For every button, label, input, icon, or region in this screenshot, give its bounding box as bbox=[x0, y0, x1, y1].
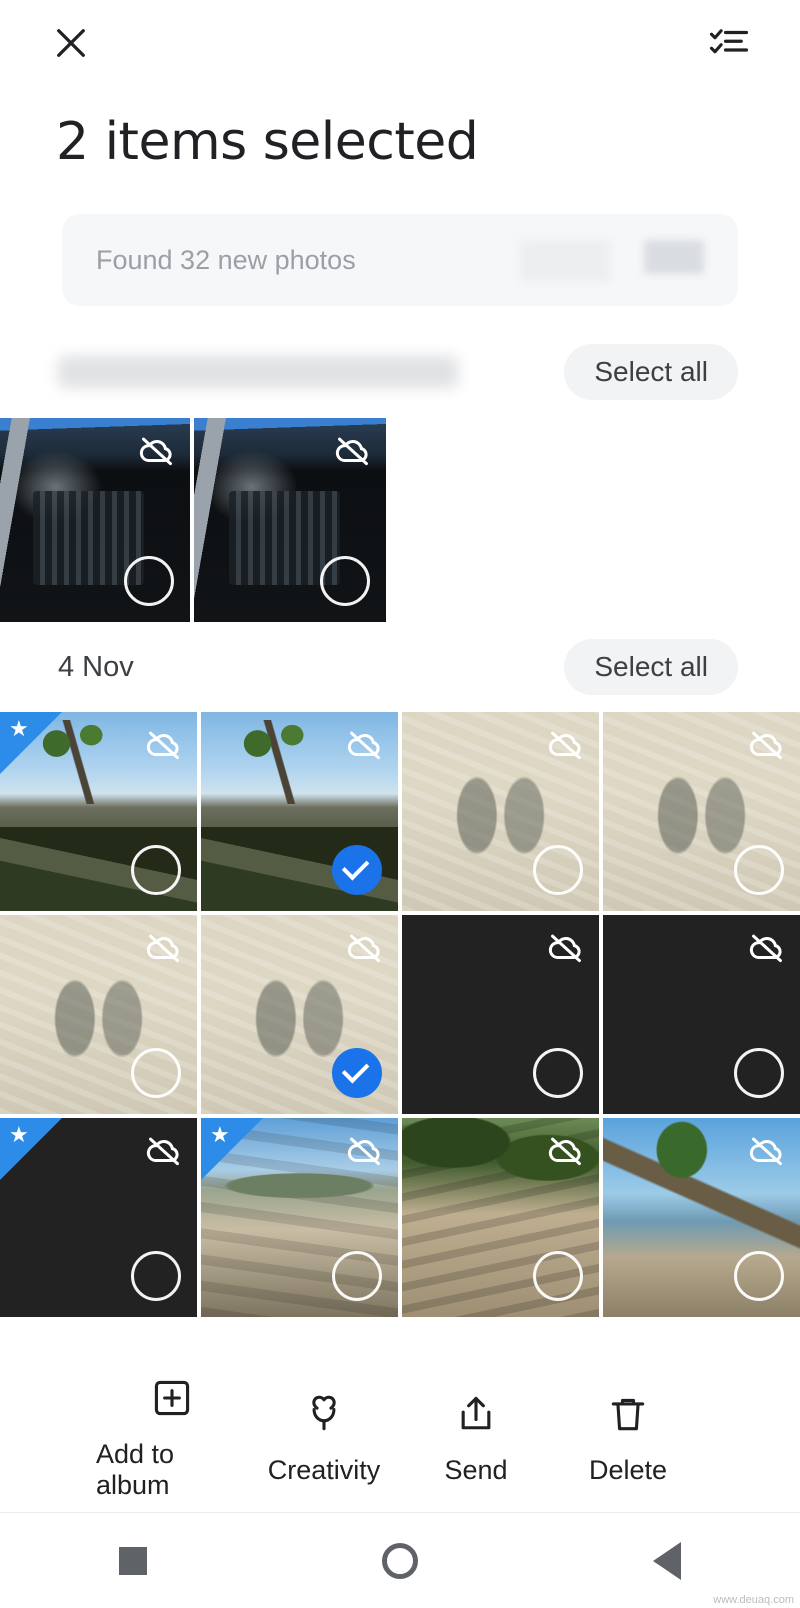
cloud-off-icon bbox=[346, 929, 384, 972]
send-label: Send bbox=[444, 1454, 508, 1485]
suggestion-card-text: Found 32 new photos bbox=[96, 244, 356, 275]
circle-icon[interactable] bbox=[373, 1534, 427, 1588]
photo-select-circle[interactable] bbox=[533, 844, 583, 895]
photo-thumbnail[interactable] bbox=[201, 914, 398, 1114]
photo-select-circle[interactable] bbox=[131, 1250, 181, 1301]
checklist-icon[interactable] bbox=[702, 16, 756, 70]
page-title: 2 items selected bbox=[56, 112, 479, 172]
cloud-off-icon bbox=[138, 432, 176, 475]
star-icon: ★ bbox=[210, 1121, 230, 1147]
cloud-off-icon bbox=[547, 726, 585, 769]
photo-thumbnail[interactable] bbox=[201, 712, 398, 911]
cloud-off-icon bbox=[346, 726, 384, 769]
cloud-off-icon bbox=[145, 929, 183, 972]
photo-select-circle[interactable] bbox=[332, 844, 382, 895]
photos-selection-screen: 2 items selected Found 32 new photos Sel… bbox=[0, 0, 800, 1608]
cloud-off-icon bbox=[748, 726, 786, 769]
suggestion-card-wrapper: Found 32 new photos bbox=[0, 172, 800, 306]
delete-label: Delete bbox=[588, 1454, 668, 1485]
send-button[interactable]: Send bbox=[400, 1392, 552, 1486]
photo-select-circle[interactable] bbox=[734, 844, 784, 895]
close-icon[interactable] bbox=[44, 16, 98, 70]
trash-icon bbox=[606, 1392, 650, 1441]
cloud-off-icon bbox=[748, 929, 786, 972]
cloud-off-icon bbox=[547, 929, 585, 972]
cloud-off-icon bbox=[547, 1132, 585, 1175]
creativity-button[interactable]: Creativity bbox=[248, 1392, 400, 1486]
top-app-bar bbox=[0, 0, 800, 86]
share-icon bbox=[454, 1392, 498, 1441]
suggestion-card[interactable]: Found 32 new photos bbox=[62, 214, 738, 306]
photo-select-circle[interactable] bbox=[131, 844, 181, 895]
add-to-album-icon bbox=[150, 1376, 194, 1425]
photo-thumbnail[interactable] bbox=[402, 914, 599, 1114]
cloud-off-icon bbox=[748, 1132, 786, 1175]
photo-select-circle[interactable] bbox=[320, 556, 370, 606]
photo-thumbnail[interactable] bbox=[402, 1117, 599, 1317]
card-blurred-thumb-b bbox=[644, 240, 704, 274]
section-date-label-1 bbox=[58, 356, 458, 388]
delete-button[interactable]: Delete bbox=[552, 1392, 704, 1486]
photo-select-circle[interactable] bbox=[124, 556, 174, 606]
select-all-button-2[interactable]: Select all bbox=[564, 639, 738, 695]
star-icon: ★ bbox=[9, 716, 29, 741]
photo-thumbnail[interactable] bbox=[603, 712, 800, 911]
card-blurred-thumb-a bbox=[520, 240, 610, 282]
creativity-label: Creativity bbox=[267, 1454, 381, 1485]
cloud-off-icon bbox=[346, 1132, 384, 1175]
photo-select-circle[interactable] bbox=[131, 1047, 181, 1098]
photo-grid-1 bbox=[0, 418, 800, 622]
photo-select-circle[interactable] bbox=[533, 1047, 583, 1098]
photo-thumbnail[interactable] bbox=[603, 914, 800, 1114]
add-to-album-button[interactable]: Add to album bbox=[96, 1376, 248, 1501]
photo-thumbnail[interactable] bbox=[0, 418, 190, 622]
select-all-button-1[interactable]: Select all bbox=[564, 344, 738, 400]
photo-thumbnail[interactable] bbox=[0, 914, 197, 1114]
photo-thumbnail[interactable]: ★ bbox=[0, 1117, 197, 1317]
star-icon: ★ bbox=[9, 1121, 29, 1147]
cloud-off-icon bbox=[145, 1132, 183, 1175]
cloud-off-icon bbox=[334, 432, 372, 475]
section-date-label-2: 4 Nov bbox=[58, 650, 134, 683]
photo-thumbnail[interactable]: ★ bbox=[0, 712, 197, 911]
action-bar: Add to album Creativity Send Delete bbox=[0, 1364, 800, 1512]
square-icon[interactable] bbox=[106, 1534, 160, 1588]
photo-thumbnail[interactable] bbox=[194, 418, 386, 622]
triangle-back-icon[interactable] bbox=[640, 1534, 694, 1588]
section-header-2: 4 Nov Select all bbox=[0, 622, 800, 712]
section-header-1: Select all bbox=[0, 326, 800, 418]
system-navigation-bar bbox=[0, 1512, 800, 1608]
photo-select-circle[interactable] bbox=[332, 1047, 382, 1098]
photo-select-circle[interactable] bbox=[332, 1250, 382, 1301]
watermark: www.deuaq.com bbox=[713, 1594, 794, 1606]
creativity-icon bbox=[302, 1392, 346, 1441]
photo-grid-2: ★ ★ ★ bbox=[0, 712, 800, 1317]
photo-thumbnail[interactable] bbox=[402, 712, 599, 911]
photo-select-circle[interactable] bbox=[533, 1250, 583, 1301]
photo-thumbnail[interactable]: ★ bbox=[201, 1117, 398, 1317]
cloud-off-icon bbox=[145, 726, 183, 769]
photo-select-circle[interactable] bbox=[734, 1250, 784, 1301]
add-to-album-label: Add to album bbox=[96, 1439, 175, 1500]
photo-thumbnail[interactable] bbox=[603, 1117, 800, 1317]
photo-select-circle[interactable] bbox=[734, 1047, 784, 1098]
